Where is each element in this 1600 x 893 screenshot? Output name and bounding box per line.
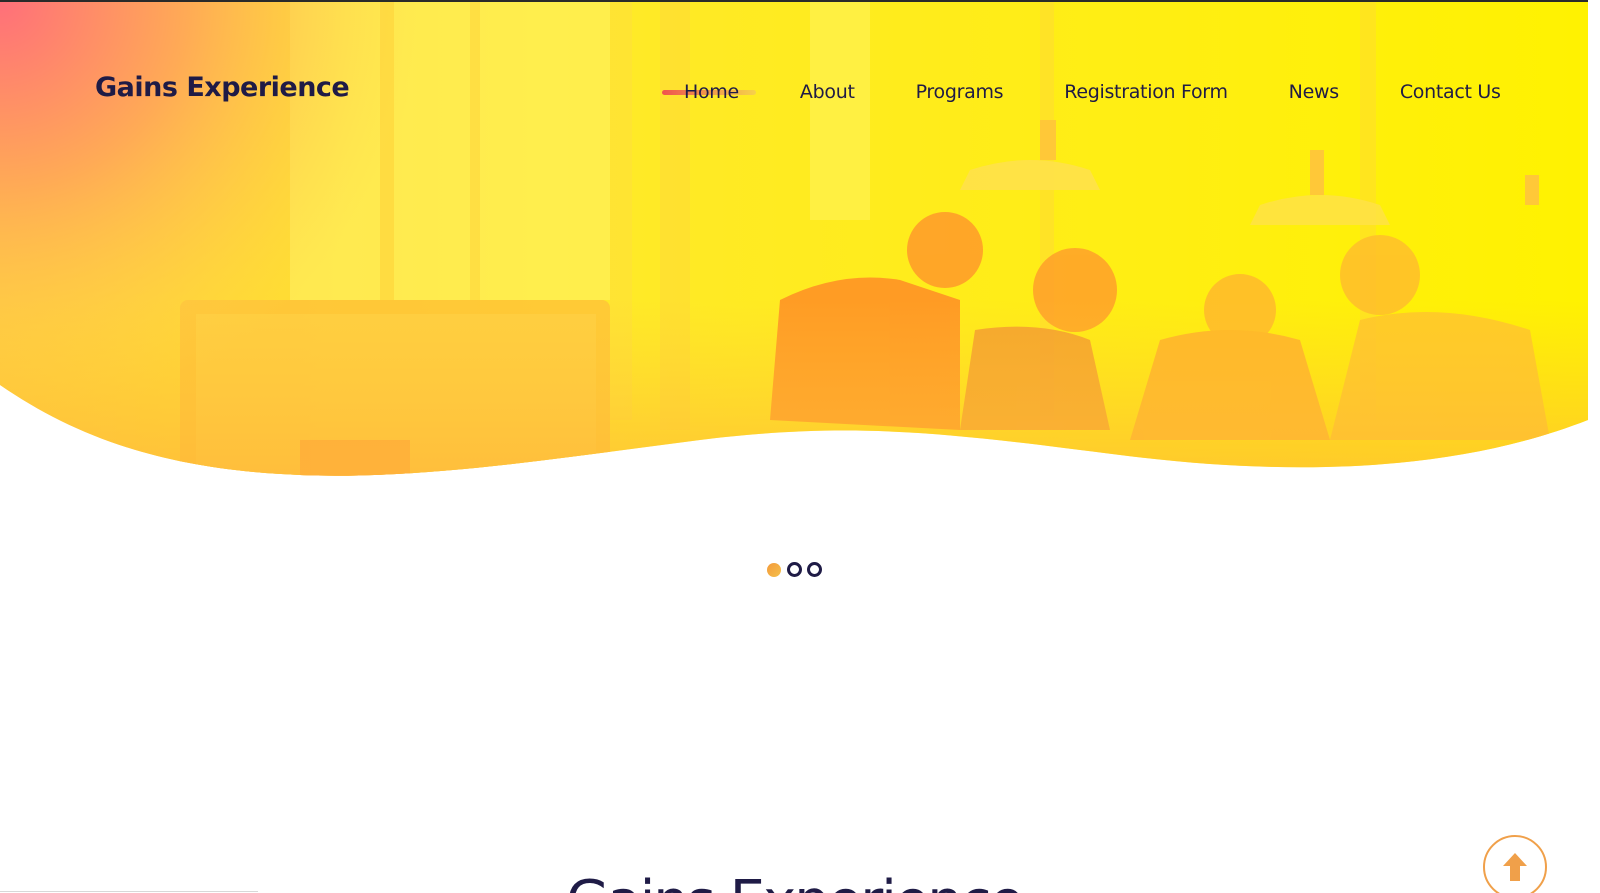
site-logo[interactable]: Gains Experience	[95, 72, 350, 103]
nav-item-home[interactable]: Home	[662, 81, 756, 103]
nav-item-programs[interactable]: Programs	[916, 81, 1004, 103]
nav-item-label: Registration Form	[1064, 81, 1228, 103]
nav-item-label: Home	[684, 81, 739, 103]
nav-item-label: About	[799, 81, 855, 103]
back-to-top-button[interactable]	[1483, 835, 1547, 893]
nav-item-label: Programs	[915, 81, 1004, 103]
nav-item-label: News	[1288, 81, 1339, 103]
divider	[0, 891, 258, 892]
slider-pagination	[767, 562, 827, 577]
nav-item-about[interactable]: About	[800, 81, 855, 103]
slider-dot-2[interactable]	[787, 562, 802, 577]
slider-dot-3[interactable]	[807, 562, 822, 577]
nav-item-registration-form[interactable]: Registration Form	[1064, 81, 1228, 103]
slider-dot-1[interactable]	[767, 562, 781, 577]
scrollbar-gutter	[1590, 0, 1600, 893]
main-nav: Home About Programs Registration Form Ne…	[660, 78, 1501, 106]
arrow-up-icon	[1503, 853, 1527, 881]
logo-text: Gains Experience	[95, 72, 350, 103]
page: Gains Experience Home About Programs Reg…	[0, 0, 1600, 893]
nav-item-news[interactable]: News	[1289, 81, 1339, 103]
nav-item-contact-us[interactable]: Contact Us	[1400, 81, 1501, 103]
nav-item-label: Contact Us	[1399, 81, 1501, 103]
